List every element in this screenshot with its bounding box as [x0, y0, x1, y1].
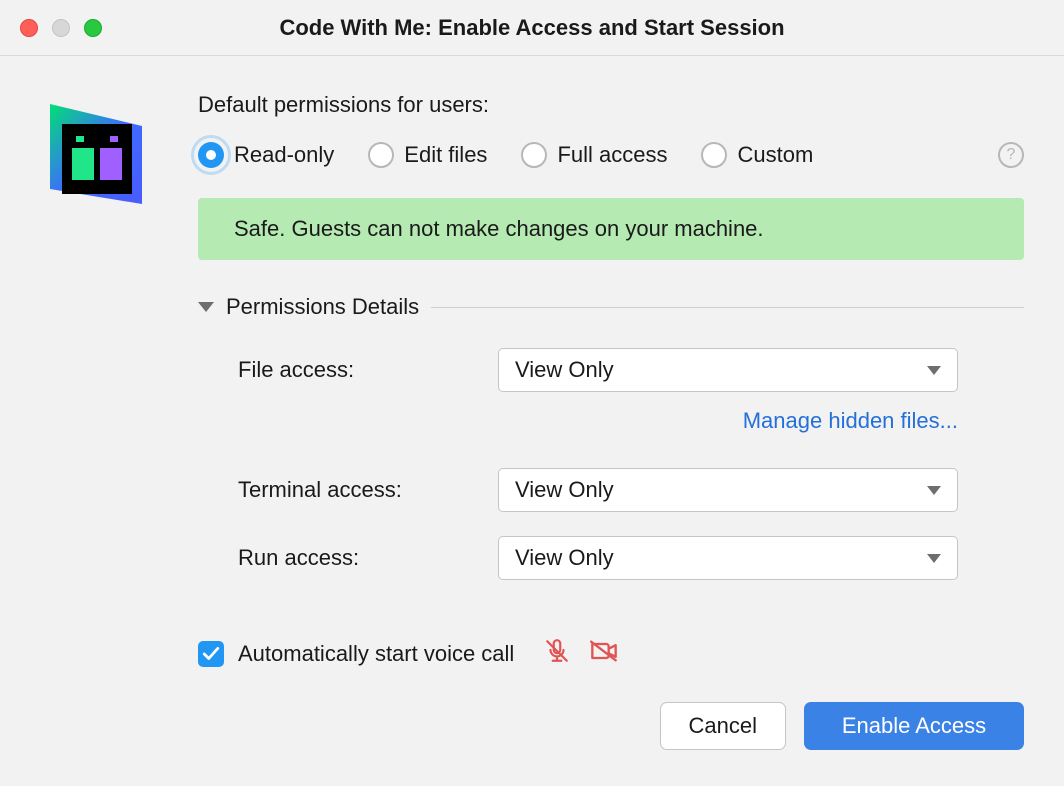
call-status-icons: [544, 638, 618, 670]
maximize-window-icon[interactable]: [84, 19, 102, 37]
run-access-row: Run access: View Only: [198, 536, 1024, 580]
camera-off-icon[interactable]: [590, 638, 618, 670]
safety-banner: Safe. Guests can not make changes on you…: [198, 198, 1024, 260]
radio-full-access[interactable]: Full access: [521, 142, 667, 168]
permission-radios: Read-only Edit files Full access Custom …: [198, 142, 1024, 168]
radio-icon: [198, 142, 224, 168]
voice-call-label: Automatically start voice call: [238, 641, 514, 667]
voice-call-row: Automatically start voice call: [198, 638, 1024, 670]
file-access-dropdown[interactable]: View Only: [498, 348, 958, 392]
enable-access-button[interactable]: Enable Access: [804, 702, 1024, 750]
radio-icon: [521, 142, 547, 168]
dropdown-value: View Only: [515, 477, 614, 503]
manage-link-row: Manage hidden files...: [198, 408, 958, 434]
terminal-access-label: Terminal access:: [238, 477, 498, 503]
radio-label: Edit files: [404, 142, 487, 168]
window-title: Code With Me: Enable Access and Start Se…: [20, 15, 1044, 41]
help-icon[interactable]: ?: [998, 142, 1024, 168]
titlebar: Code With Me: Enable Access and Start Se…: [0, 0, 1064, 56]
radio-icon: [368, 142, 394, 168]
radio-edit-files[interactable]: Edit files: [368, 142, 487, 168]
minimize-window-icon: [52, 19, 70, 37]
dialog-content: Default permissions for users: Read-only…: [0, 56, 1064, 774]
radio-label: Custom: [737, 142, 813, 168]
dropdown-value: View Only: [515, 545, 614, 571]
radio-icon: [701, 142, 727, 168]
main-column: Default permissions for users: Read-only…: [198, 92, 1024, 750]
disclosure-triangle-icon[interactable]: [198, 302, 214, 312]
file-access-label: File access:: [238, 357, 498, 383]
permissions-heading: Default permissions for users:: [198, 92, 1024, 118]
icon-column: [40, 92, 152, 750]
details-title: Permissions Details: [226, 294, 419, 320]
dropdown-value: View Only: [515, 357, 614, 383]
details-header: Permissions Details: [198, 294, 1024, 320]
run-access-dropdown[interactable]: View Only: [498, 536, 958, 580]
dialog-buttons: Cancel Enable Access: [198, 702, 1024, 750]
cancel-button[interactable]: Cancel: [660, 702, 786, 750]
window-controls: [20, 19, 102, 37]
microphone-muted-icon[interactable]: [544, 638, 570, 670]
radio-label: Read-only: [234, 142, 334, 168]
terminal-access-row: Terminal access: View Only: [198, 468, 1024, 512]
close-window-icon[interactable]: [20, 19, 38, 37]
divider: [431, 307, 1024, 308]
radio-custom[interactable]: Custom: [701, 142, 813, 168]
terminal-access-dropdown[interactable]: View Only: [498, 468, 958, 512]
chevron-down-icon: [927, 486, 941, 495]
file-access-row: File access: View Only: [198, 348, 1024, 392]
chevron-down-icon: [927, 366, 941, 375]
chevron-down-icon: [927, 554, 941, 563]
radio-read-only[interactable]: Read-only: [198, 142, 334, 168]
code-with-me-icon: [40, 104, 152, 216]
run-access-label: Run access:: [238, 545, 498, 571]
manage-hidden-files-link[interactable]: Manage hidden files...: [743, 408, 958, 434]
voice-call-checkbox[interactable]: [198, 641, 224, 667]
radio-label: Full access: [557, 142, 667, 168]
